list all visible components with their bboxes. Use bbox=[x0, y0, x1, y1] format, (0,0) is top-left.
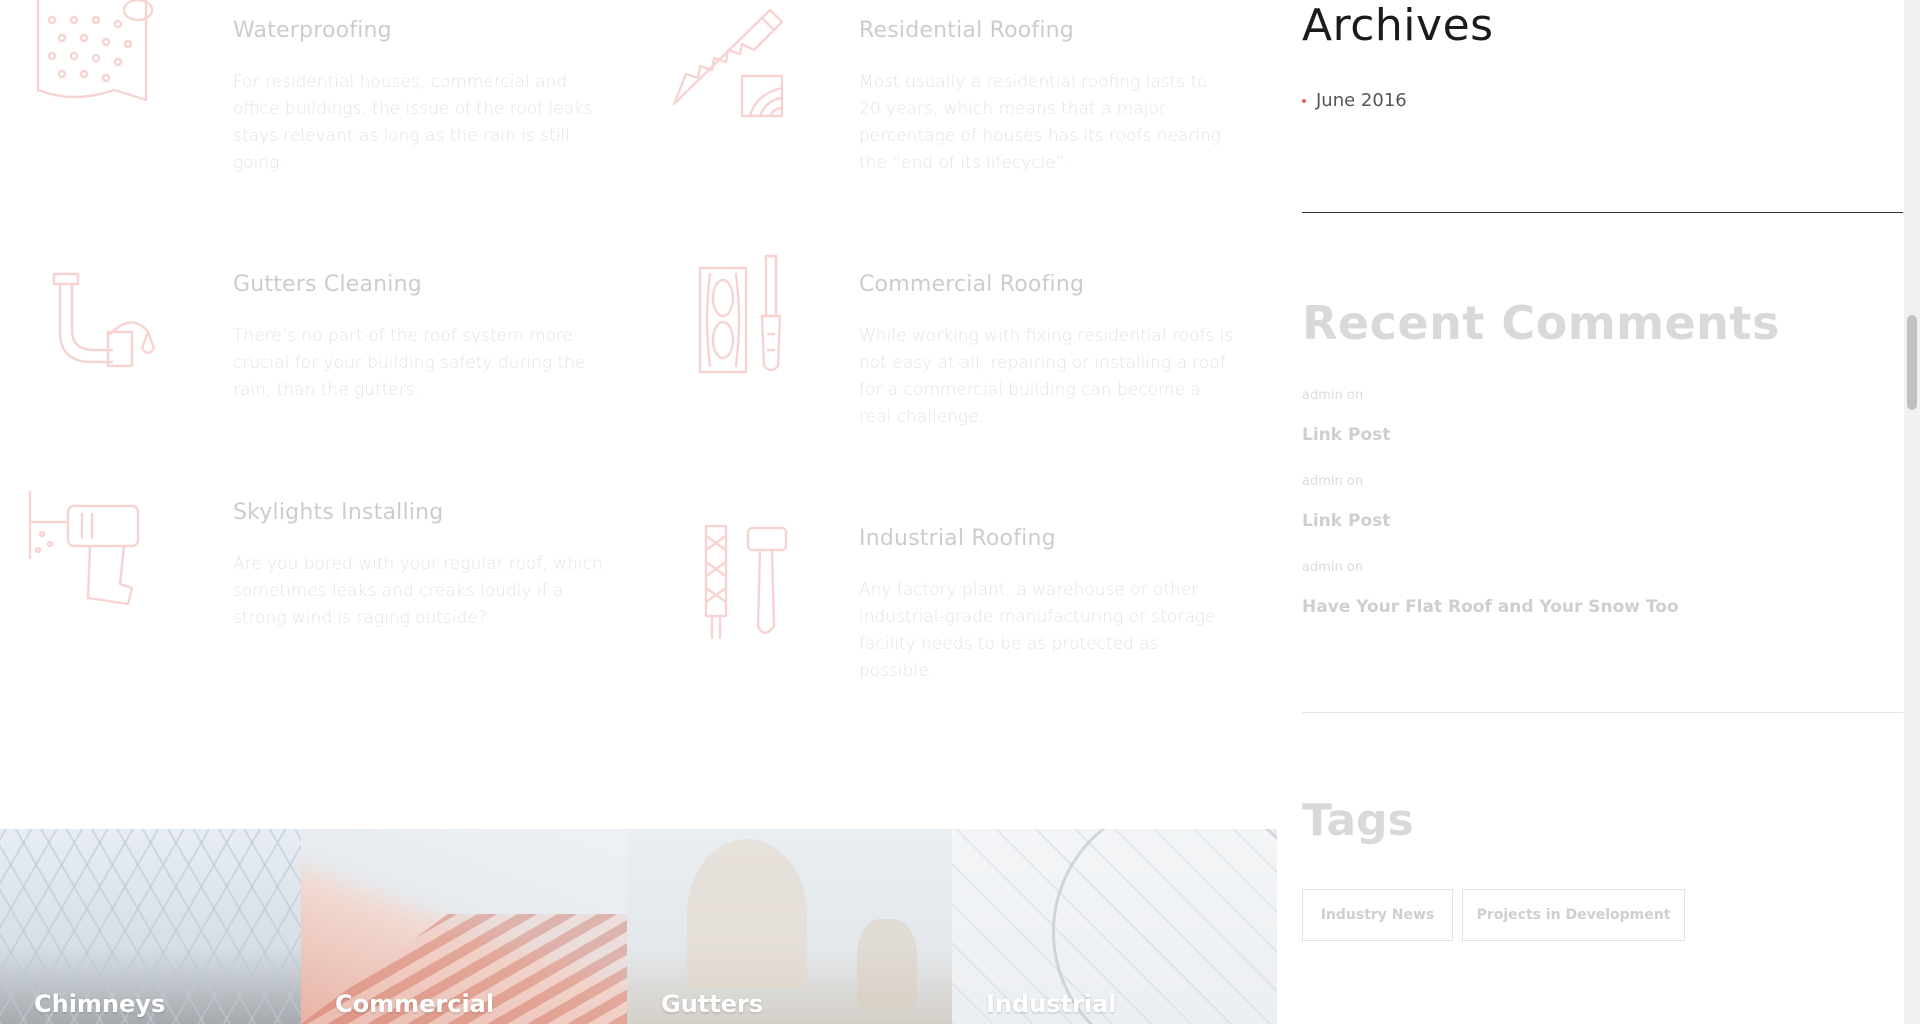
tags-title: Tags bbox=[1302, 795, 1414, 846]
recent-comments-title: Recent Comments bbox=[1302, 296, 1780, 350]
comment-meta: admin on bbox=[1302, 474, 1364, 489]
worker-decoration bbox=[687, 839, 807, 989]
comment-meta: admin on bbox=[1302, 560, 1364, 575]
service-title[interactable]: Gutters Cleaning bbox=[233, 272, 422, 297]
service-description: Are you bored with your regular roof, wh… bbox=[233, 554, 603, 628]
gutter-pipe-icon bbox=[52, 272, 162, 372]
bullet-icon bbox=[1302, 99, 1306, 103]
drill-icon bbox=[28, 488, 148, 612]
archives-title: Archives bbox=[1302, 0, 1494, 51]
service-description: There’s no part of the roof system more … bbox=[233, 326, 586, 400]
service-title[interactable]: Residential Roofing bbox=[859, 18, 1074, 43]
comment-link[interactable]: Link Post bbox=[1302, 511, 1390, 531]
gallery-label: Industrial bbox=[986, 990, 1117, 1018]
widget-divider bbox=[1302, 712, 1903, 713]
archive-link[interactable]: June 2016 bbox=[1302, 90, 1407, 111]
service-description: For residential houses, commercial and o… bbox=[233, 72, 593, 173]
gallery-tile-chimneys[interactable]: Chimneys bbox=[0, 829, 301, 1024]
comment-link[interactable]: Link Post bbox=[1302, 425, 1390, 445]
file-and-hammer-icon bbox=[702, 522, 792, 646]
service-description: Any factory plant, a warehouse or other … bbox=[859, 580, 1216, 681]
widget-divider bbox=[1302, 212, 1903, 213]
services-section: Waterproofing For residential houses, co… bbox=[0, 0, 1277, 1024]
comment-link[interactable]: Have Your Flat Roof and Your Snow Too bbox=[1302, 597, 1679, 617]
wood-and-chisel-icon bbox=[698, 254, 788, 380]
service-description: Most usually a residential roofing lasts… bbox=[859, 72, 1222, 173]
gallery-tile-gutters[interactable]: Gutters bbox=[627, 829, 952, 1024]
gallery-tile-commercial[interactable]: Commercial bbox=[301, 829, 627, 1024]
scrollbar-thumb[interactable] bbox=[1907, 315, 1917, 410]
archive-label[interactable]: June 2016 bbox=[1316, 90, 1407, 111]
sidebar: Archives June 2016 Recent Comments admin… bbox=[1302, 0, 1903, 1024]
project-gallery: Chimneys Commercial Gutters Industrial bbox=[0, 829, 1277, 1024]
service-title[interactable]: Waterproofing bbox=[233, 18, 392, 43]
waterproofing-roll-icon bbox=[34, 0, 154, 108]
saw-and-wood-icon bbox=[670, 4, 790, 128]
service-description: While working with fixing residential ro… bbox=[859, 326, 1234, 427]
tag-industry-news[interactable]: Industry News bbox=[1302, 889, 1453, 941]
service-title[interactable]: Industrial Roofing bbox=[859, 526, 1056, 551]
comment-meta: admin on bbox=[1302, 388, 1364, 403]
worker-decoration-2 bbox=[857, 919, 917, 1009]
gallery-tile-industrial[interactable]: Industrial bbox=[952, 829, 1277, 1024]
gallery-label: Chimneys bbox=[34, 990, 166, 1018]
service-title[interactable]: Skylights Installing bbox=[233, 500, 443, 525]
tag-projects-in-development[interactable]: Projects in Development bbox=[1462, 889, 1685, 941]
service-title[interactable]: Commercial Roofing bbox=[859, 272, 1084, 297]
gallery-label: Gutters bbox=[661, 990, 764, 1018]
gallery-label: Commercial bbox=[335, 990, 495, 1018]
page-scrollbar[interactable] bbox=[1904, 0, 1920, 1024]
